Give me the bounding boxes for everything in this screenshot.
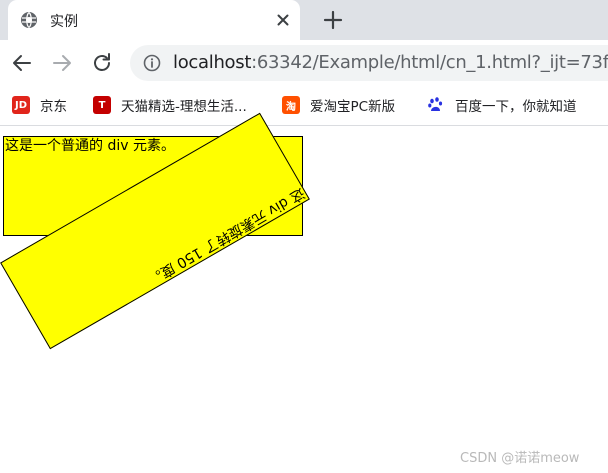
close-icon[interactable]: [275, 12, 291, 28]
reload-icon[interactable]: [90, 51, 114, 75]
url-path: :63342/Example/html/cn_1.html?_ijt=73fjh…: [251, 52, 608, 73]
bookmark-taobao[interactable]: 淘 爱淘宝PC新版: [282, 94, 395, 116]
globe-icon: [21, 12, 37, 28]
toolbar: localhost:63342/Example/html/cn_1.html?_…: [0, 40, 608, 86]
watermark: CSDN @诺诺meow: [460, 451, 580, 466]
bookmark-tmall[interactable]: T 天猫精选-理想生活...: [93, 94, 247, 116]
plus-icon[interactable]: [322, 9, 344, 31]
bookmark-baidu[interactable]: 百度一下，你就知道: [427, 94, 577, 116]
bookmark-label: 爱淘宝PC新版: [310, 99, 396, 115]
url-host: localhost: [173, 52, 252, 73]
tmall-logo-icon: T: [93, 96, 111, 114]
bookmarks-bar: JD 京东 T 天猫精选-理想生活... 淘 爱淘宝PC新版 百度一下，你就知道: [0, 86, 608, 126]
url-text[interactable]: localhost:63342/Example/html/cn_1.html?_…: [173, 52, 608, 73]
back-arrow-icon[interactable]: [10, 51, 34, 75]
bookmark-jd[interactable]: JD 京东: [12, 94, 67, 116]
tab-strip: 实例: [0, 0, 608, 40]
baidu-paw-icon: [428, 97, 443, 111]
bookmark-label: 百度一下，你就知道: [455, 99, 577, 115]
taobao-logo-icon: 淘: [282, 96, 300, 114]
tab-active[interactable]: 实例: [8, 0, 300, 40]
bookmark-label: 京东: [40, 99, 67, 115]
jd-logo-icon: JD: [12, 96, 30, 114]
bookmark-label: 天猫精选-理想生活...: [121, 99, 247, 115]
forward-arrow-icon[interactable]: [50, 51, 74, 75]
info-icon[interactable]: [143, 54, 161, 72]
tab-title: 实例: [50, 14, 78, 30]
page-content: 这是一个普通的 div 元素。 这 div 元素旋转了 150 度。: [0, 112, 608, 473]
address-bar[interactable]: localhost:63342/Example/html/cn_1.html?_…: [130, 45, 608, 81]
